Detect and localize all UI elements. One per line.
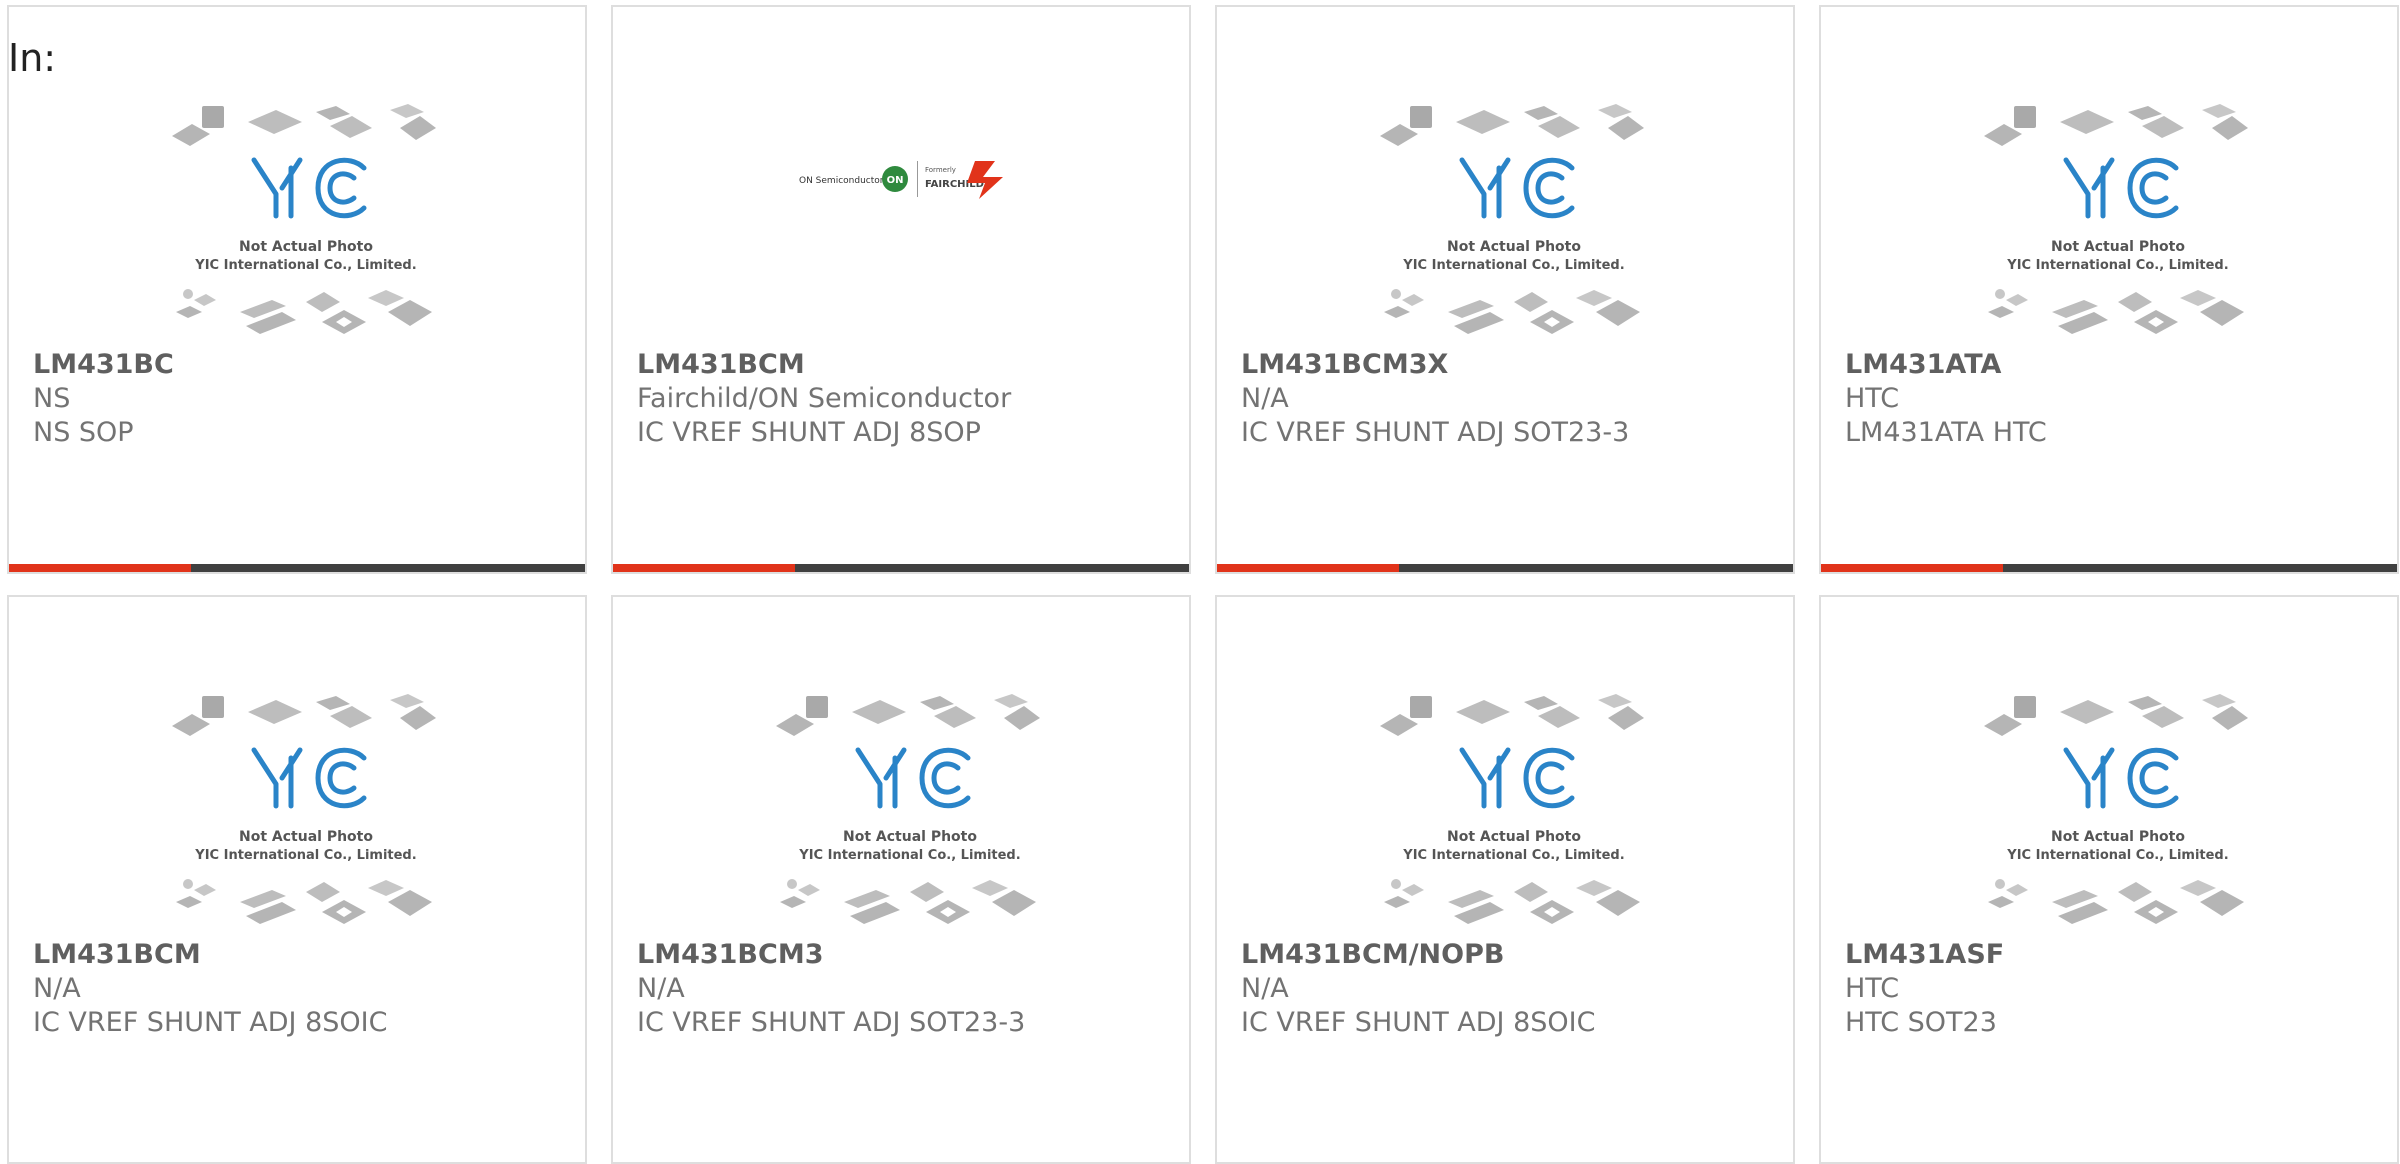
manufacturer: HTC [1845, 973, 1900, 1004]
yic-logo-icon [2063, 747, 2179, 809]
yic-logo-icon [251, 747, 367, 809]
yic-logo-icon [855, 747, 971, 809]
card-footer-bar [1821, 564, 2397, 572]
chip-cluster-bottom-icon [176, 289, 432, 334]
chip-cluster-top-icon [1380, 104, 1644, 146]
part-number[interactable]: LM431ASF [1845, 938, 2377, 972]
description: IC VREF SHUNT ADJ 8SOP [637, 417, 981, 448]
product-info: LM431BCM3 N/A IC VREF SHUNT ADJ SOT23-3 [637, 938, 1169, 1040]
chip-cluster-top-icon [1380, 694, 1644, 736]
description: HTC SOT23 [1845, 1007, 1997, 1038]
company-name-text: YIC International Co., Limited. [2006, 258, 2228, 273]
company-name-text: YIC International Co., Limited. [2006, 848, 2228, 863]
card-accent-bar [1217, 564, 1399, 572]
part-number[interactable]: LM431BCM [637, 348, 1169, 382]
part-number[interactable]: LM431BCM/NOPB [1241, 938, 1773, 972]
manufacturer: NS [33, 383, 71, 414]
brand-left-text: ON Semiconductor [799, 176, 884, 186]
placeholder-image: Not Actual Photo YIC International Co., … [1984, 98, 2252, 346]
part-number[interactable]: LM431BC [33, 348, 565, 382]
manufacturer: N/A [637, 973, 685, 1004]
product-card[interactable]: ON Semiconductor ON Formerly FAIRCHILD L… [611, 5, 1191, 574]
yic-logo-icon [2063, 157, 2179, 219]
chip-cluster-bottom-icon [1988, 879, 2244, 924]
description: IC VREF SHUNT ADJ 8SOIC [33, 1007, 388, 1038]
in-label: In: [8, 36, 57, 80]
brand-logo-image: ON Semiconductor ON Formerly FAIRCHILD [799, 157, 1011, 201]
company-name-text: YIC International Co., Limited. [194, 848, 416, 863]
placeholder-image: Not Actual Photo YIC International Co., … [1984, 688, 2252, 936]
company-name-text: YIC International Co., Limited. [1402, 258, 1624, 273]
placeholder-image: Not Actual Photo YIC International Co., … [776, 688, 1044, 936]
chip-cluster-bottom-icon [1988, 289, 2244, 334]
product-card[interactable]: Not Actual Photo YIC International Co., … [1215, 5, 1795, 574]
product-card[interactable]: Not Actual Photo YIC International Co., … [1819, 5, 2399, 574]
placeholder-image: Not Actual Photo YIC International Co., … [1380, 688, 1648, 936]
chip-cluster-bottom-icon [1384, 289, 1640, 334]
card-accent-bar [9, 564, 191, 572]
product-card[interactable]: Not Actual Photo YIC International Co., … [7, 5, 587, 574]
not-actual-photo-text: Not Actual Photo [1447, 239, 1581, 255]
company-name-text: YIC International Co., Limited. [1402, 848, 1624, 863]
product-info: LM431BCM3X N/A IC VREF SHUNT ADJ SOT23-3 [1241, 348, 1773, 450]
yic-logo-icon [1459, 747, 1575, 809]
description: LM431ATA HTC [1845, 417, 2047, 448]
placeholder-image: Not Actual Photo YIC International Co., … [172, 688, 440, 936]
card-footer-bar [9, 564, 585, 572]
manufacturer: N/A [33, 973, 81, 1004]
product-info: LM431ASF HTC HTC SOT23 [1845, 938, 2377, 1040]
product-card[interactable]: Not Actual Photo YIC International Co., … [1215, 595, 1795, 1164]
chip-cluster-top-icon [776, 694, 1040, 736]
card-accent-bar [613, 564, 795, 572]
product-card[interactable]: Not Actual Photo YIC International Co., … [611, 595, 1191, 1164]
fairchild-bolt-icon [967, 161, 1003, 199]
card-footer-bar [1217, 564, 1793, 572]
manufacturer: N/A [1241, 383, 1289, 414]
chip-cluster-top-icon [1984, 694, 2248, 736]
description: IC VREF SHUNT ADJ SOT23-3 [1241, 417, 1630, 448]
product-info: LM431ATA HTC LM431ATA HTC [1845, 348, 2377, 450]
not-actual-photo-text: Not Actual Photo [843, 829, 977, 845]
chip-cluster-top-icon [172, 694, 436, 736]
description: IC VREF SHUNT ADJ SOT23-3 [637, 1007, 1026, 1038]
card-accent-bar [1821, 564, 2003, 572]
manufacturer: N/A [1241, 973, 1289, 1004]
company-name-text: YIC International Co., Limited. [194, 258, 416, 273]
part-number[interactable]: LM431BCM3 [637, 938, 1169, 972]
product-info: LM431BCM N/A IC VREF SHUNT ADJ 8SOIC [33, 938, 565, 1040]
part-number[interactable]: LM431ATA [1845, 348, 2377, 382]
placeholder-image: Not Actual Photo YIC International Co., … [172, 98, 440, 346]
not-actual-photo-text: Not Actual Photo [2051, 829, 2185, 845]
manufacturer: HTC [1845, 383, 1900, 414]
chip-cluster-bottom-icon [1384, 879, 1640, 924]
product-info: LM431BC NS NS SOP [33, 348, 565, 450]
product-card[interactable]: Not Actual Photo YIC International Co., … [1819, 595, 2399, 1164]
card-footer-bar [613, 564, 1189, 572]
chip-cluster-bottom-icon [176, 879, 432, 924]
chip-cluster-bottom-icon [780, 879, 1036, 924]
not-actual-photo-text: Not Actual Photo [1447, 829, 1581, 845]
formerly-text: Formerly [925, 166, 956, 174]
chip-cluster-top-icon [1984, 104, 2248, 146]
product-info: LM431BCM Fairchild/ON Semiconductor IC V… [637, 348, 1169, 450]
description: IC VREF SHUNT ADJ 8SOIC [1241, 1007, 1596, 1038]
not-actual-photo-text: Not Actual Photo [239, 239, 373, 255]
yic-logo-icon [1459, 157, 1575, 219]
description: NS SOP [33, 417, 134, 448]
product-card[interactable]: Not Actual Photo YIC International Co., … [7, 595, 587, 1164]
not-actual-photo-text: Not Actual Photo [239, 829, 373, 845]
manufacturer: Fairchild/ON Semiconductor [637, 383, 1012, 414]
chip-cluster-top-icon [172, 104, 436, 146]
product-grid: Not Actual Photo YIC International Co., … [0, 0, 2400, 1164]
part-number[interactable]: LM431BCM [33, 938, 565, 972]
yic-logo-icon [251, 157, 367, 219]
company-name-text: YIC International Co., Limited. [798, 848, 1020, 863]
placeholder-image: Not Actual Photo YIC International Co., … [1380, 98, 1648, 346]
on-logo-text: ON [887, 175, 904, 186]
part-number[interactable]: LM431BCM3X [1241, 348, 1773, 382]
product-info: LM431BCM/NOPB N/A IC VREF SHUNT ADJ 8SOI… [1241, 938, 1773, 1040]
not-actual-photo-text: Not Actual Photo [2051, 239, 2185, 255]
